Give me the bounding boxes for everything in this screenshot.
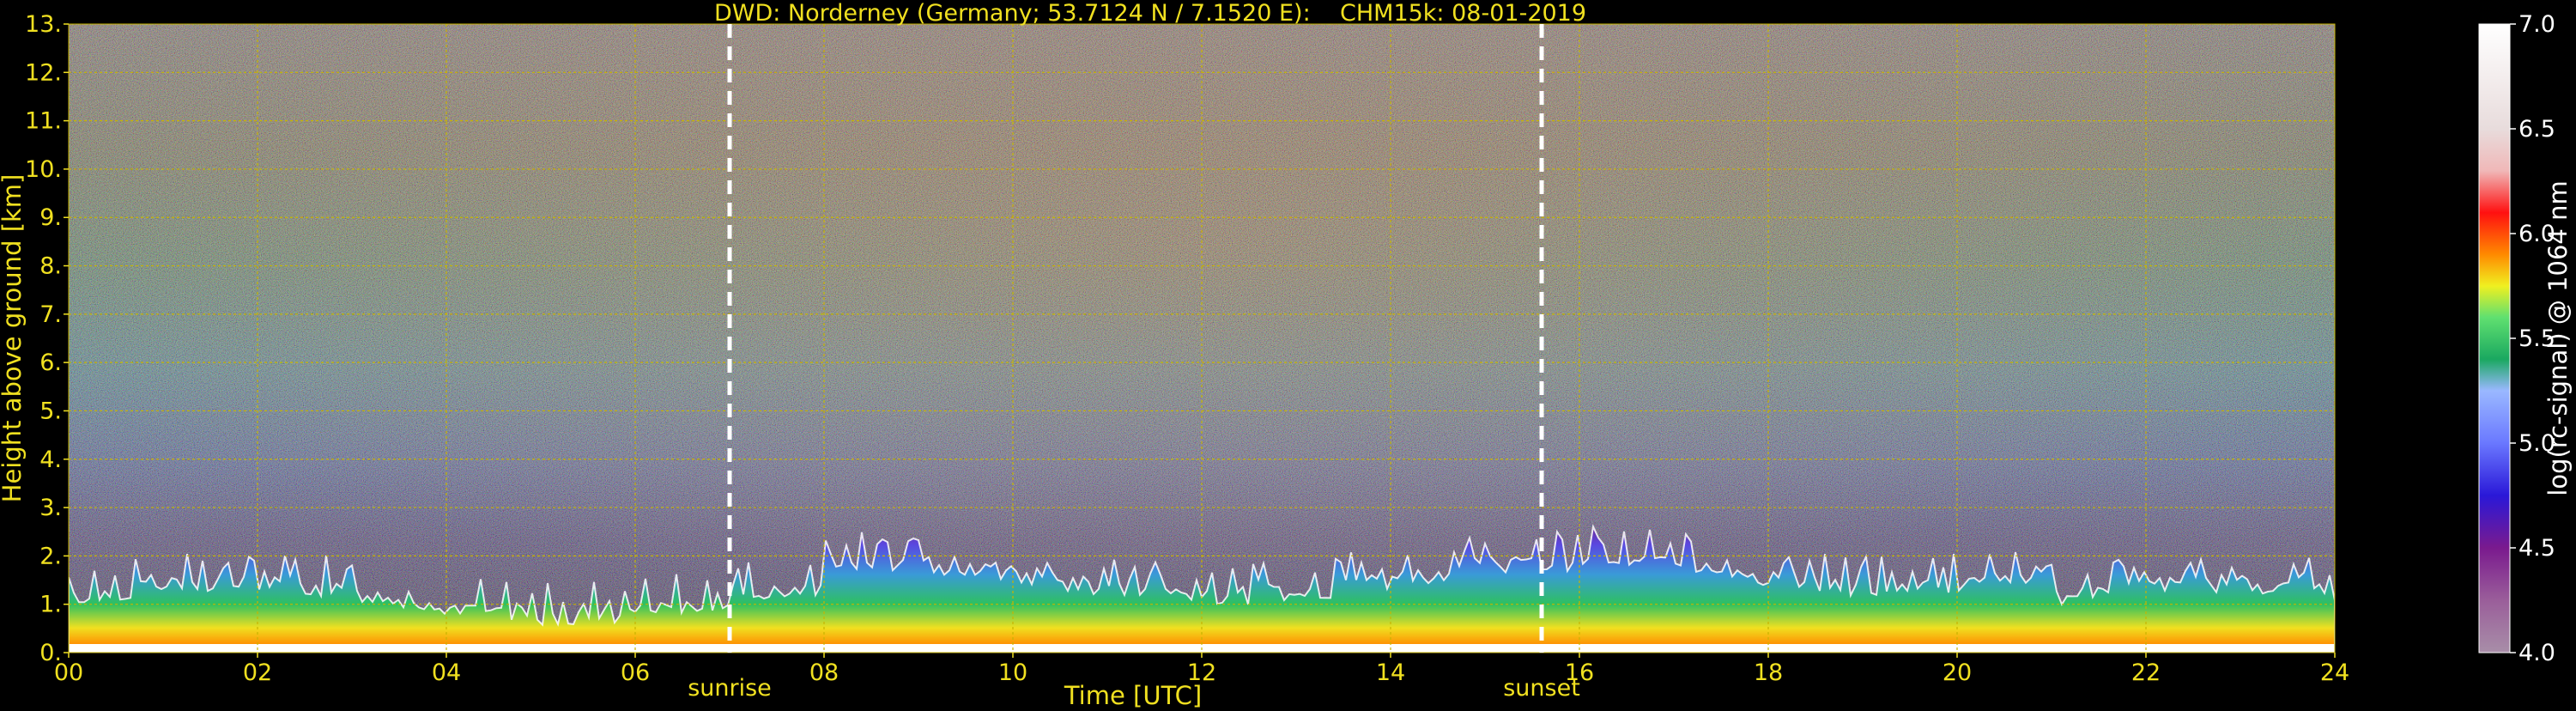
- y-tick-label: 12.: [25, 59, 62, 86]
- colorbar-tick-label: 4.5: [2518, 535, 2555, 562]
- y-tick-label: 4.: [39, 447, 62, 473]
- colorbar-tick-label: 7.0: [2518, 11, 2555, 38]
- x-tick-label: 18: [1754, 659, 1783, 686]
- x-tick-label: 10: [998, 659, 1027, 686]
- y-tick-label: 7.: [39, 301, 62, 328]
- x-tick-label: 22: [2131, 659, 2161, 686]
- colorbar-tick-label: 6.5: [2518, 116, 2555, 143]
- y-tick-label: 6.: [39, 349, 62, 376]
- x-tick-label: 08: [809, 659, 839, 686]
- y-axis-label: Height above ground [km]: [0, 174, 27, 503]
- y-tick-label: 8.: [39, 253, 62, 280]
- y-tick-label: 10.: [25, 156, 62, 183]
- y-tick-label: 11.: [25, 108, 62, 135]
- y-axis-ticks: 0. 1. 2. 3. 4. 5. 6. 7. 8. 9. 10. 11. 12. 13.: [25, 11, 69, 666]
- x-tick-label: 14: [1376, 659, 1405, 686]
- x-axis-label: Time [UTC]: [1064, 681, 1202, 708]
- y-tick-label: 2.: [39, 543, 62, 569]
- x-tick-label: 04: [432, 659, 461, 686]
- chart-title: DWD: Norderney (Germany; 53.7124 N / 7.1…: [714, 0, 1586, 27]
- x-tick-label: 20: [1943, 659, 1972, 686]
- colorbar-label: log(rc-signal) @ 1064 nm: [2543, 180, 2573, 495]
- y-tick-label: 5.: [39, 398, 62, 424]
- sunrise-label: sunrise: [688, 675, 772, 702]
- y-tick-label: 13.: [25, 11, 62, 38]
- x-tick-label: 24: [2320, 659, 2349, 686]
- chart-svg: sunrise sunset 00 02 04 06 08 10 12 14 16 18 20 22 24…: [0, 0, 2573, 710]
- y-tick-label: 9.: [39, 204, 62, 231]
- y-tick-label: 1.: [39, 592, 62, 618]
- colorbar-tick-label: 4.0: [2518, 640, 2555, 666]
- x-tick-label: 06: [621, 659, 650, 686]
- ceilometer-chart: sunrise sunset 00 02 04 06 08 10 12 14 16 18 20 22 24…: [0, 0, 2576, 710]
- colorbar-gradient: [2478, 23, 2511, 653]
- y-tick-label: 0.: [39, 640, 62, 666]
- y-tick-label: 3.: [39, 495, 62, 521]
- x-tick-label: 16: [1565, 659, 1594, 686]
- x-tick-label: 02: [243, 659, 272, 686]
- colorbar: 4.04.55.05.56.06.57.0 log(rc-signal) @ 1…: [2478, 11, 2573, 666]
